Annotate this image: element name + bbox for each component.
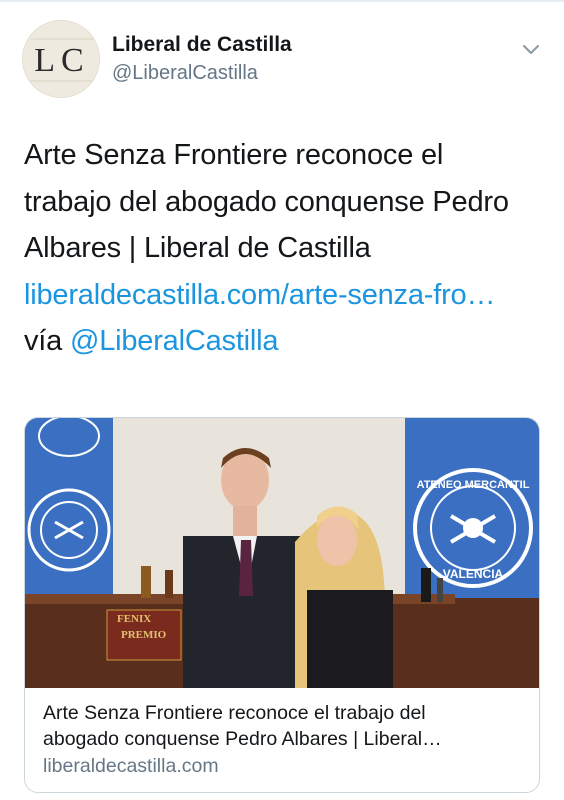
banner-text-top: ATENEO MERCANTIL: [417, 479, 530, 491]
author-handle[interactable]: @LiberalCastilla: [112, 60, 292, 86]
tweet-header: LC Liberal de Castilla @LiberalCastilla: [20, 20, 550, 98]
tweet-text-line: Albares | Liberal de Castilla: [24, 232, 371, 264]
chevron-down-icon[interactable]: [520, 38, 542, 60]
award-text: FENIX: [117, 613, 151, 625]
lc-logo-icon: LC: [23, 21, 99, 97]
award-text: PREMIO: [121, 629, 167, 641]
avatar-logo-text: LC: [34, 42, 89, 79]
card-title: Arte Senza Frontiere reconoce el trabajo…: [43, 700, 529, 752]
avatar[interactable]: LC: [22, 20, 100, 98]
card-title-line: Arte Senza Frontiere reconoce el trabajo…: [43, 702, 426, 724]
tweet-text: Arte Senza Frontiere reconoce el trabajo…: [24, 132, 544, 365]
tweet: LC Liberal de Castilla @LiberalCastilla …: [0, 0, 564, 800]
mention-link[interactable]: @LiberalCastilla: [70, 325, 279, 357]
tweet-text-line: Arte Senza Frontiere reconoce el: [24, 139, 444, 171]
link-preview-card[interactable]: ATENEO MERCANTIL VALENCIA FENIX PREMIO A…: [24, 417, 540, 793]
left-banner: [25, 418, 113, 618]
card-body: Arte Senza Frontiere reconoce el trabajo…: [43, 700, 529, 780]
card-title-line: abogado conquense Pedro Albares | Libera…: [43, 728, 442, 750]
via-label: vía: [24, 325, 70, 357]
banner-text-bottom: VALENCIA: [443, 567, 504, 581]
tweet-text-line: trabajo del abogado conquense Pedro: [24, 185, 509, 218]
card-domain: liberaldecastilla.com: [43, 755, 219, 777]
tweet-link[interactable]: liberaldecastilla.com/arte-senza-fro…: [24, 279, 495, 311]
author-info: Liberal de Castilla @LiberalCastilla: [112, 32, 292, 86]
author-name[interactable]: Liberal de Castilla: [112, 32, 292, 58]
card-image[interactable]: ATENEO MERCANTIL VALENCIA FENIX PREMIO: [25, 418, 540, 688]
